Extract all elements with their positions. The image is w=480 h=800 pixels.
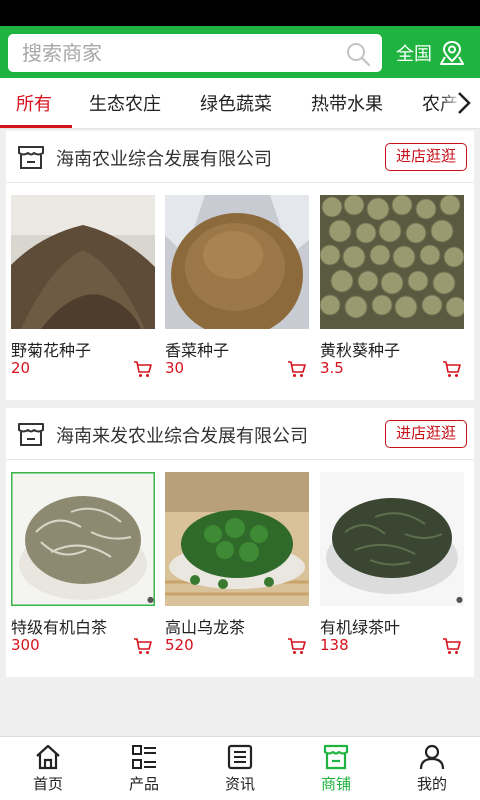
cart-icon[interactable]: [133, 359, 153, 379]
nav-home[interactable]: 首页: [0, 737, 96, 800]
cart-icon[interactable]: [442, 636, 462, 656]
visit-store-button[interactable]: 进店逛逛: [385, 420, 467, 448]
product-image-okra-seeds[interactable]: [320, 195, 464, 329]
shop-card: 海南来发农业综合发展有限公司 进店逛逛 ● 特级有机白茶 300 高山乌龙茶 5…: [6, 408, 474, 677]
user-icon: [419, 744, 445, 770]
product-name: 野菊花种子: [11, 341, 92, 360]
visit-store-button[interactable]: 进店逛逛: [385, 143, 467, 171]
nav-label: 资讯: [224, 775, 255, 793]
tab-green-vegetables[interactable]: 绿色蔬菜: [200, 90, 272, 116]
product-name: 有机绿茶叶: [320, 618, 401, 637]
nav-news[interactable]: 资讯: [192, 737, 288, 800]
search-placeholder: 搜索商家: [22, 41, 102, 65]
region-selector[interactable]: 全国: [396, 38, 466, 68]
shop-card: 海南农业综合发展有限公司 进店逛逛 野菊花种子 20 香菜种子 30 黄秋葵种子…: [6, 131, 474, 400]
home-icon: [36, 744, 60, 770]
nav-label: 产品: [128, 775, 159, 793]
shop-name: 海南农业综合发展有限公司: [56, 149, 272, 170]
store-icon: [18, 146, 44, 169]
product-card[interactable]: ● 特级有机白茶 300: [11, 472, 155, 654]
bottom-nav: 首页 产品 资讯 商铺 我的: [0, 736, 480, 800]
active-tab-indicator: [0, 125, 72, 128]
product-name: 黄秋葵种子: [320, 341, 401, 360]
product-price: 3.5: [320, 359, 344, 377]
product-image-coriander-seeds[interactable]: [165, 195, 309, 329]
search-icon[interactable]: [344, 40, 372, 68]
svg-text:●: ●: [147, 595, 154, 604]
tab-tropical-fruit[interactable]: 热带水果: [311, 90, 383, 116]
store-icon: [323, 744, 349, 770]
nav-stores[interactable]: 商铺: [288, 737, 384, 800]
product-price: 520: [165, 636, 194, 654]
news-icon: [227, 744, 253, 770]
product-card[interactable]: 黄秋葵种子 3.5: [320, 195, 464, 377]
product-icon: [132, 745, 156, 769]
product-image-white-tea[interactable]: ●: [11, 472, 155, 606]
search-box[interactable]: 搜索商家: [8, 34, 382, 72]
product-name: 高山乌龙茶: [165, 618, 246, 637]
nav-label: 商铺: [320, 775, 351, 793]
cart-icon[interactable]: [287, 359, 307, 379]
svg-text:●: ●: [456, 595, 463, 604]
product-name: 香菜种子: [165, 341, 230, 360]
category-tabs: 所有 生态农庄 绿色蔬菜 热带水果 农产: [0, 78, 480, 129]
cart-icon[interactable]: [442, 359, 462, 379]
product-name: 特级有机白茶: [11, 618, 108, 637]
header: 搜索商家 全国: [0, 26, 480, 78]
store-icon: [18, 423, 44, 446]
cart-icon[interactable]: [287, 636, 307, 656]
product-image-oolong-tea[interactable]: [165, 472, 309, 606]
shop-name: 海南来发农业综合发展有限公司: [56, 426, 308, 447]
nav-label: 我的: [416, 775, 447, 793]
nav-label: 首页: [32, 775, 63, 793]
nav-products[interactable]: 产品: [96, 737, 192, 800]
status-bar: [0, 0, 480, 26]
tab-eco-farm[interactable]: 生态农庄: [89, 90, 161, 116]
tab-all[interactable]: 所有: [16, 90, 52, 116]
product-card[interactable]: 高山乌龙茶 520: [165, 472, 309, 654]
location-map-icon: [440, 40, 464, 65]
region-label: 全国: [396, 44, 432, 65]
product-image-wild-chrysanthemum-seeds[interactable]: [11, 195, 155, 329]
chevron-right-icon[interactable]: [454, 90, 474, 116]
nav-mine[interactable]: 我的: [384, 737, 480, 800]
product-price: 138: [320, 636, 349, 654]
product-image-green-tea[interactable]: ●: [320, 472, 464, 606]
shop-header: 海南农业综合发展有限公司 进店逛逛: [6, 131, 474, 183]
product-price: 300: [11, 636, 40, 654]
cart-icon[interactable]: [133, 636, 153, 656]
product-card[interactable]: 野菊花种子 20: [11, 195, 155, 377]
product-card[interactable]: 香菜种子 30: [165, 195, 309, 377]
shop-header: 海南来发农业综合发展有限公司 进店逛逛: [6, 408, 474, 460]
product-card[interactable]: ● 有机绿茶叶 138: [320, 472, 464, 654]
product-price: 30: [165, 359, 185, 377]
product-price: 20: [11, 359, 31, 377]
